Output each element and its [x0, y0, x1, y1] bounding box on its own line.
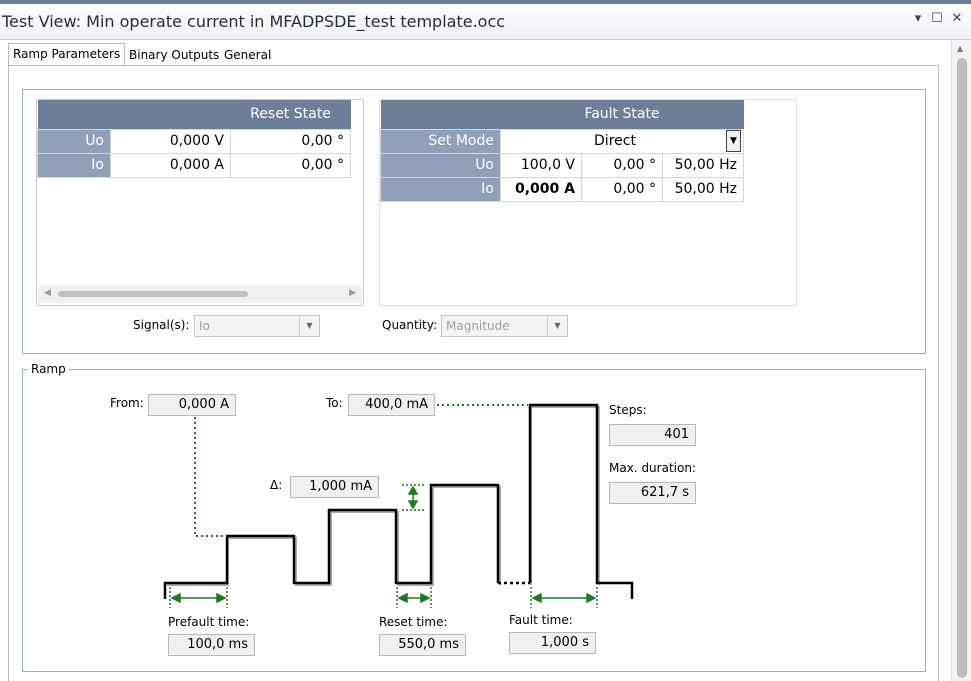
ramp-diagram	[163, 403, 634, 608]
fault-arrow	[530, 587, 598, 608]
reset-time-field[interactable]: 550,0 ms	[379, 634, 466, 656]
steps-label: Steps:	[609, 403, 647, 417]
max-duration-label: Max. duration:	[609, 461, 696, 475]
from-field[interactable]: 0,000 A	[148, 394, 236, 416]
fault-time-label: Fault time:	[509, 613, 573, 627]
to-field[interactable]: 400,0 mA	[348, 394, 435, 416]
delta-label: Δ:	[270, 478, 283, 492]
prefault-arrow	[169, 587, 228, 608]
prefault-time-label: Prefault time:	[168, 615, 250, 629]
delta-marker	[402, 484, 424, 511]
delta-field[interactable]: 1,000 mA	[290, 476, 379, 498]
reset-time-label: Reset time:	[379, 615, 448, 629]
fault-time-field[interactable]: 1,000 s	[509, 632, 596, 654]
prefault-time-field[interactable]: 100,0 ms	[168, 634, 255, 656]
from-label: From:	[110, 396, 144, 410]
steps-field[interactable]: 401	[609, 424, 696, 446]
from-guide	[194, 417, 227, 537]
ramp-shadow-high	[530, 406, 600, 585]
max-duration-field[interactable]: 621,7 s	[609, 482, 696, 504]
reset-arrow	[396, 587, 432, 608]
to-label: To:	[326, 396, 343, 410]
